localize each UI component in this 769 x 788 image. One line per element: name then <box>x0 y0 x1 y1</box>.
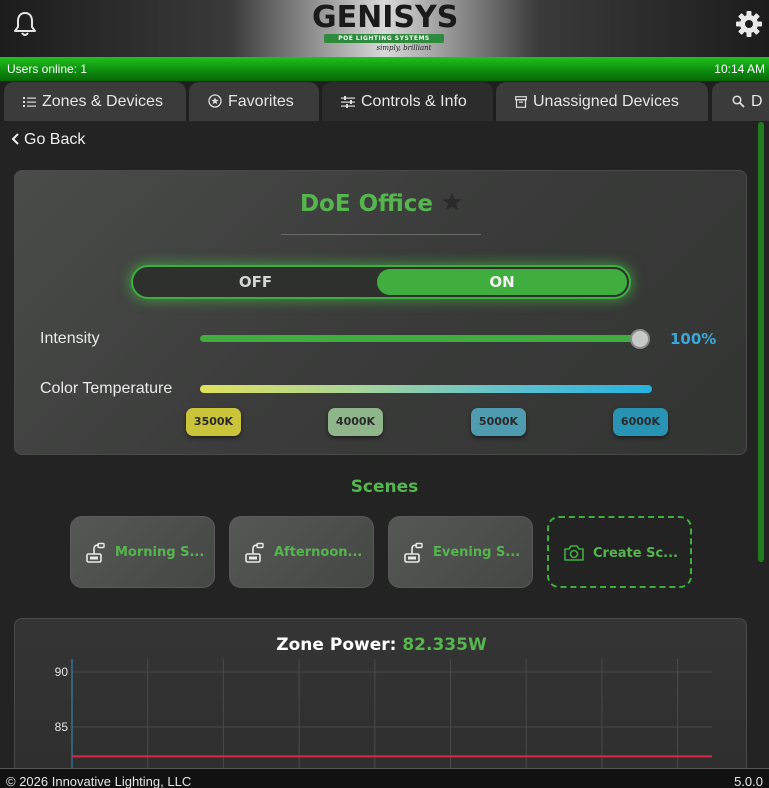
intensity-slider-track[interactable] <box>200 335 642 342</box>
star-icon[interactable] <box>441 191 463 213</box>
sliders-icon <box>341 96 355 108</box>
star-circle-icon <box>208 94 222 108</box>
app-version: 5.0.0 <box>734 774 763 788</box>
tab-bar: Zones & Devices Favorites Controls & Inf… <box>0 81 769 121</box>
create-scene-button[interactable]: Create Sc... <box>547 516 692 588</box>
go-back-button[interactable]: Go Back <box>11 131 85 149</box>
color-temp-3500k-button[interactable]: 3500K <box>186 408 241 436</box>
tab-label: Favorites <box>228 93 294 110</box>
chevron-left-icon <box>11 133 19 145</box>
scene-label: Morning S... <box>115 545 205 560</box>
create-scene-label: Create Sc... <box>593 546 678 561</box>
intensity-value: 100% <box>670 330 717 348</box>
zone-title: DoE Office <box>15 191 748 217</box>
scene-afternoon-button[interactable]: Afternoon... <box>229 516 374 588</box>
title-divider <box>281 234 481 235</box>
color-temp-4000k-button[interactable]: 4000K <box>328 408 383 436</box>
tab-label: Zones & Devices <box>42 93 163 110</box>
color-temperature-label: Color Temperature <box>40 380 173 397</box>
scene-label: Evening S... <box>433 545 521 560</box>
logo-sub: POE LIGHTING SYSTEMS <box>324 34 444 43</box>
tab-unassigned-devices[interactable]: Unassigned Devices <box>496 82 708 121</box>
users-online: Users online: 1 <box>7 62 88 76</box>
archive-icon <box>515 96 527 108</box>
power-toggle[interactable]: OFF ON <box>131 265 631 299</box>
zone-name: DoE Office <box>299 191 434 217</box>
intensity-slider-handle[interactable] <box>630 329 650 349</box>
scene-label: Afternoon... <box>274 545 363 560</box>
zone-controls-panel: DoE Office OFF ON Intensity 100% Color T… <box>14 170 747 455</box>
tab-label: Controls & Info <box>361 93 467 110</box>
tab-zones-devices[interactable]: Zones & Devices <box>4 82 186 121</box>
logo-brand: GENISYS <box>312 0 459 35</box>
chart-y-tick-label: 85 <box>55 720 69 734</box>
zone-power-card: Zone Power: 82.335W 90 85 <box>14 618 747 788</box>
zone-power-title: Zone Power: 82.335W <box>15 635 746 655</box>
app-footer: © 2026 Innovative Lighting, LLC 5.0.0 <box>0 768 769 788</box>
zone-power-value: 82.335W <box>402 635 487 655</box>
logo-tagline: simply, brilliant <box>376 44 432 52</box>
scenes-heading: Scenes <box>350 477 419 497</box>
tab-controls-info[interactable]: Controls & Info <box>322 82 493 121</box>
power-on-option[interactable]: ON <box>377 269 627 295</box>
go-back-label: Go Back <box>24 131 86 148</box>
copyright: © 2026 Innovative Lighting, LLC <box>6 774 192 788</box>
app-header: GENISYS POE LIGHTING SYSTEMS simply, bri… <box>0 0 769 57</box>
scene-morning-button[interactable]: Morning S... <box>70 516 215 588</box>
lamp-icon <box>86 542 105 563</box>
search-icon <box>732 95 745 108</box>
gear-icon[interactable] <box>735 10 763 38</box>
tab-search[interactable]: D <box>712 82 769 121</box>
tab-label: D <box>751 93 763 110</box>
scene-evening-button[interactable]: Evening S... <box>388 516 533 588</box>
status-bar: Users online: 1 10:14 AM <box>0 57 769 81</box>
color-temperature-slider[interactable] <box>200 385 652 393</box>
lamp-icon <box>404 542 423 563</box>
tab-label: Unassigned Devices <box>533 93 679 110</box>
list-icon <box>23 97 36 107</box>
power-off-option[interactable]: OFF <box>133 267 378 297</box>
color-temp-6000k-button[interactable]: 6000K <box>613 408 668 436</box>
tab-favorites[interactable]: Favorites <box>189 82 319 121</box>
color-temp-5000k-button[interactable]: 5000K <box>471 408 526 436</box>
intensity-label: Intensity <box>40 330 100 347</box>
genisys-logo: GENISYS POE LIGHTING SYSTEMS simply, bri… <box>312 0 459 54</box>
clock: 10:14 AM <box>714 62 765 76</box>
lamp-icon <box>245 542 264 563</box>
chart-y-tick-label: 90 <box>55 665 69 679</box>
bell-icon[interactable] <box>10 9 40 39</box>
zone-power-label: Zone Power: <box>276 635 397 655</box>
camera-icon <box>564 545 584 561</box>
